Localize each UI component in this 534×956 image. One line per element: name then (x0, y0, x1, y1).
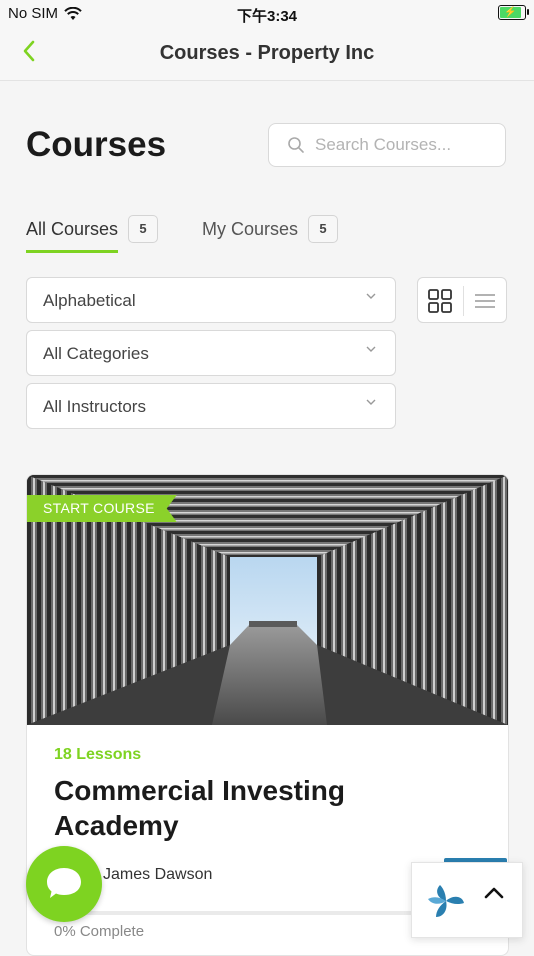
search-box[interactable] (268, 123, 506, 167)
lesson-count: 18 Lessons (54, 746, 142, 763)
tab-all-courses[interactable]: All Courses 5 (26, 215, 159, 243)
active-tab-indicator (26, 250, 118, 253)
chevron-down-icon (366, 293, 376, 299)
toggle-divider (463, 286, 464, 316)
instructor-name: James Dawson (103, 866, 213, 883)
course-title[interactable]: Commercial Investing Academy (54, 773, 474, 843)
tab-my-courses[interactable]: My Courses 5 (202, 215, 339, 243)
chevron-down-icon (366, 399, 376, 405)
tab-label: All Courses (26, 218, 119, 239)
navigation-bar: Courses - Property Inc (0, 28, 534, 81)
sort-value: Alphabetical (43, 291, 136, 310)
battery-icon: ⚡ (498, 5, 529, 20)
chevron-up-icon[interactable] (482, 881, 506, 905)
progress-label: 0% Complete (54, 923, 145, 940)
sort-select[interactable]: Alphabetical (26, 277, 396, 323)
chevron-down-icon (366, 346, 376, 352)
instructor-value: All Instructors (43, 397, 146, 416)
search-icon (288, 137, 304, 153)
category-select[interactable]: All Categories (26, 330, 396, 376)
page-title: Courses (26, 125, 167, 164)
instructor-select[interactable]: All Instructors (26, 383, 396, 429)
tab-label: My Courses (202, 218, 299, 239)
grid-view-icon[interactable] (427, 288, 453, 314)
category-value: All Categories (43, 344, 149, 363)
support-widget[interactable] (411, 862, 523, 938)
chat-launcher-button[interactable] (26, 846, 102, 922)
list-view-icon[interactable] (474, 291, 496, 311)
count-badge: 5 (308, 215, 339, 243)
fan-logo-icon (428, 885, 464, 917)
nav-title: Courses - Property Inc (159, 42, 375, 64)
count-badge: 5 (128, 215, 159, 243)
clock: 下午3:34 (236, 8, 298, 25)
search-input[interactable] (313, 134, 497, 156)
start-course-ribbon[interactable]: START COURSE (27, 495, 177, 522)
chat-bubble-icon (47, 868, 81, 898)
view-toggle (417, 277, 507, 323)
charging-bolt-icon: ⚡ (500, 7, 521, 18)
status-bar: No SIM 下午3:34 ⚡ (0, 0, 534, 28)
